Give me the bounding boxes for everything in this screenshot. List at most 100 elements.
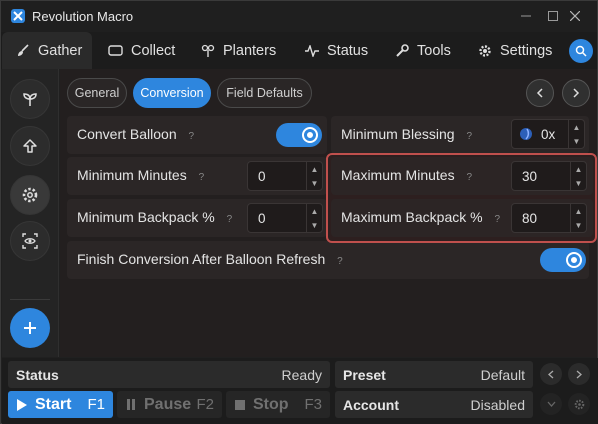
pulse-icon bbox=[305, 44, 319, 57]
maximum-minutes-label: Maximum Minutes bbox=[341, 167, 455, 183]
bottom-bar: Status Ready Preset Default Start F1 Pau… bbox=[2, 358, 598, 424]
maximum-backpack-label: Maximum Backpack % bbox=[341, 209, 483, 225]
help-icon[interactable]: ? bbox=[466, 172, 472, 183]
tab-label: Gather bbox=[38, 42, 83, 59]
subtab-field-defaults[interactable]: Field Defaults bbox=[217, 78, 312, 108]
rail-gather-button[interactable] bbox=[10, 79, 50, 119]
tab-collect[interactable]: Collect bbox=[108, 32, 188, 69]
sprout-icon bbox=[201, 44, 215, 57]
tab-label: Collect bbox=[131, 42, 176, 59]
tab-gather[interactable]: Gather bbox=[2, 32, 92, 69]
minimum-blessing-value: 0x bbox=[541, 127, 556, 142]
stepper-arrows[interactable]: ▲ ▼ bbox=[306, 204, 322, 232]
status-box: Status Ready bbox=[8, 361, 330, 388]
account-value: Disabled bbox=[470, 397, 525, 413]
minimum-blessing-stepper[interactable]: 0x ▲ ▼ bbox=[511, 119, 585, 149]
minimum-minutes-value: 0 bbox=[258, 169, 266, 184]
maximum-minutes-row: Maximum Minutes ? 30 ▲ ▼ bbox=[331, 157, 593, 195]
broom-icon bbox=[18, 43, 29, 56]
tab-tools[interactable]: Tools bbox=[395, 32, 465, 69]
rail-upload-button[interactable] bbox=[10, 126, 50, 166]
stop-icon bbox=[235, 399, 245, 410]
maximize-button[interactable] bbox=[541, 5, 565, 27]
plus-icon bbox=[24, 322, 36, 334]
stepper-arrows[interactable]: ▲ ▼ bbox=[570, 204, 586, 232]
stop-hotkey: F3 bbox=[304, 396, 322, 413]
help-icon[interactable]: ? bbox=[189, 131, 195, 142]
subtab-general[interactable]: General bbox=[67, 78, 127, 108]
tab-label: Planters bbox=[223, 42, 277, 59]
convert-balloon-toggle[interactable] bbox=[276, 123, 322, 147]
minimize-button[interactable] bbox=[514, 5, 538, 27]
help-icon[interactable]: ? bbox=[337, 256, 343, 267]
help-icon[interactable]: ? bbox=[494, 214, 500, 225]
play-icon bbox=[17, 398, 27, 411]
gear-icon bbox=[479, 44, 491, 57]
preset-box[interactable]: Preset Default bbox=[335, 361, 533, 388]
window-title: Revolution Macro bbox=[32, 9, 134, 24]
pause-icon bbox=[127, 399, 135, 410]
stepper-arrows[interactable]: ▲ ▼ bbox=[568, 120, 584, 148]
minimum-backpack-row: Minimum Backpack % ? 0 ▲ ▼ bbox=[67, 199, 327, 237]
stepper-arrows[interactable]: ▲ ▼ bbox=[570, 162, 586, 190]
prev-page-button[interactable] bbox=[526, 79, 554, 107]
chevron-right-icon bbox=[573, 88, 580, 98]
sprout-icon bbox=[23, 93, 37, 106]
preset-next-button[interactable] bbox=[568, 363, 590, 385]
pause-hotkey: F2 bbox=[196, 396, 214, 413]
tab-planters[interactable]: Planters bbox=[201, 32, 291, 69]
ticket-icon bbox=[108, 45, 123, 56]
help-icon[interactable]: ? bbox=[227, 214, 233, 225]
tab-status[interactable]: Status bbox=[305, 32, 385, 69]
stepper-arrows[interactable]: ▲ ▼ bbox=[306, 162, 322, 190]
minimum-backpack-value: 0 bbox=[258, 211, 266, 226]
finish-conversion-row: Finish Conversion After Balloon Refresh … bbox=[67, 241, 589, 279]
account-label: Account bbox=[343, 397, 399, 413]
help-icon[interactable]: ? bbox=[199, 172, 205, 183]
minimum-backpack-stepper[interactable]: 0 ▲ ▼ bbox=[247, 203, 323, 233]
add-button[interactable] bbox=[10, 308, 50, 348]
finish-conversion-toggle[interactable] bbox=[540, 248, 586, 272]
next-page-button[interactable] bbox=[562, 79, 590, 107]
stop-button[interactable]: Stop F3 bbox=[226, 391, 330, 418]
account-settings-button[interactable] bbox=[568, 393, 590, 415]
convert-balloon-label: Convert Balloon bbox=[77, 126, 177, 142]
app-logo-icon bbox=[11, 9, 25, 23]
gear-icon bbox=[574, 399, 584, 409]
start-hotkey: F1 bbox=[87, 396, 105, 413]
help-icon[interactable]: ? bbox=[466, 131, 472, 142]
side-rail bbox=[2, 69, 59, 357]
gear-icon bbox=[22, 187, 38, 203]
account-box[interactable]: Account Disabled bbox=[335, 391, 533, 418]
minimum-blessing-row: Minimum Blessing ? 0x ▲ ▼ bbox=[331, 116, 589, 154]
start-button[interactable]: Start F1 bbox=[8, 391, 113, 418]
maximum-minutes-stepper[interactable]: 30 ▲ ▼ bbox=[511, 161, 587, 191]
minimum-minutes-stepper[interactable]: 0 ▲ ▼ bbox=[247, 161, 323, 191]
search-icon bbox=[575, 45, 587, 57]
rail-divider bbox=[10, 299, 50, 300]
maximum-backpack-value: 80 bbox=[522, 211, 538, 226]
maximum-backpack-stepper[interactable]: 80 ▲ ▼ bbox=[511, 203, 587, 233]
account-dropdown-button[interactable] bbox=[540, 393, 562, 415]
tab-label: Settings bbox=[500, 42, 553, 59]
close-button[interactable] bbox=[563, 5, 587, 27]
minimum-backpack-label: Minimum Backpack % bbox=[77, 209, 215, 225]
arrow-up-icon bbox=[23, 139, 37, 153]
subtab-conversion[interactable]: Conversion bbox=[133, 78, 211, 108]
rail-settings-button[interactable] bbox=[10, 175, 50, 215]
eye-scan-icon bbox=[22, 233, 38, 249]
tab-settings[interactable]: Settings bbox=[478, 32, 563, 69]
wrench-icon bbox=[396, 43, 409, 57]
minimum-blessing-label: Minimum Blessing bbox=[341, 126, 455, 142]
tab-label: Status bbox=[327, 42, 369, 59]
search-button[interactable] bbox=[569, 39, 593, 63]
rail-eye-button[interactable] bbox=[10, 221, 50, 261]
blessing-icon bbox=[520, 128, 532, 140]
minimum-minutes-label: Minimum Minutes bbox=[77, 167, 187, 183]
minimum-minutes-row: Minimum Minutes ? 0 ▲ ▼ bbox=[67, 157, 327, 195]
preset-prev-button[interactable] bbox=[540, 363, 562, 385]
stop-label: Stop bbox=[253, 395, 289, 413]
chevron-right-icon bbox=[576, 370, 582, 378]
main-tab-bar: Gather Collect Planters Status Tools Set… bbox=[1, 32, 597, 69]
pause-button[interactable]: Pause F2 bbox=[117, 391, 222, 418]
